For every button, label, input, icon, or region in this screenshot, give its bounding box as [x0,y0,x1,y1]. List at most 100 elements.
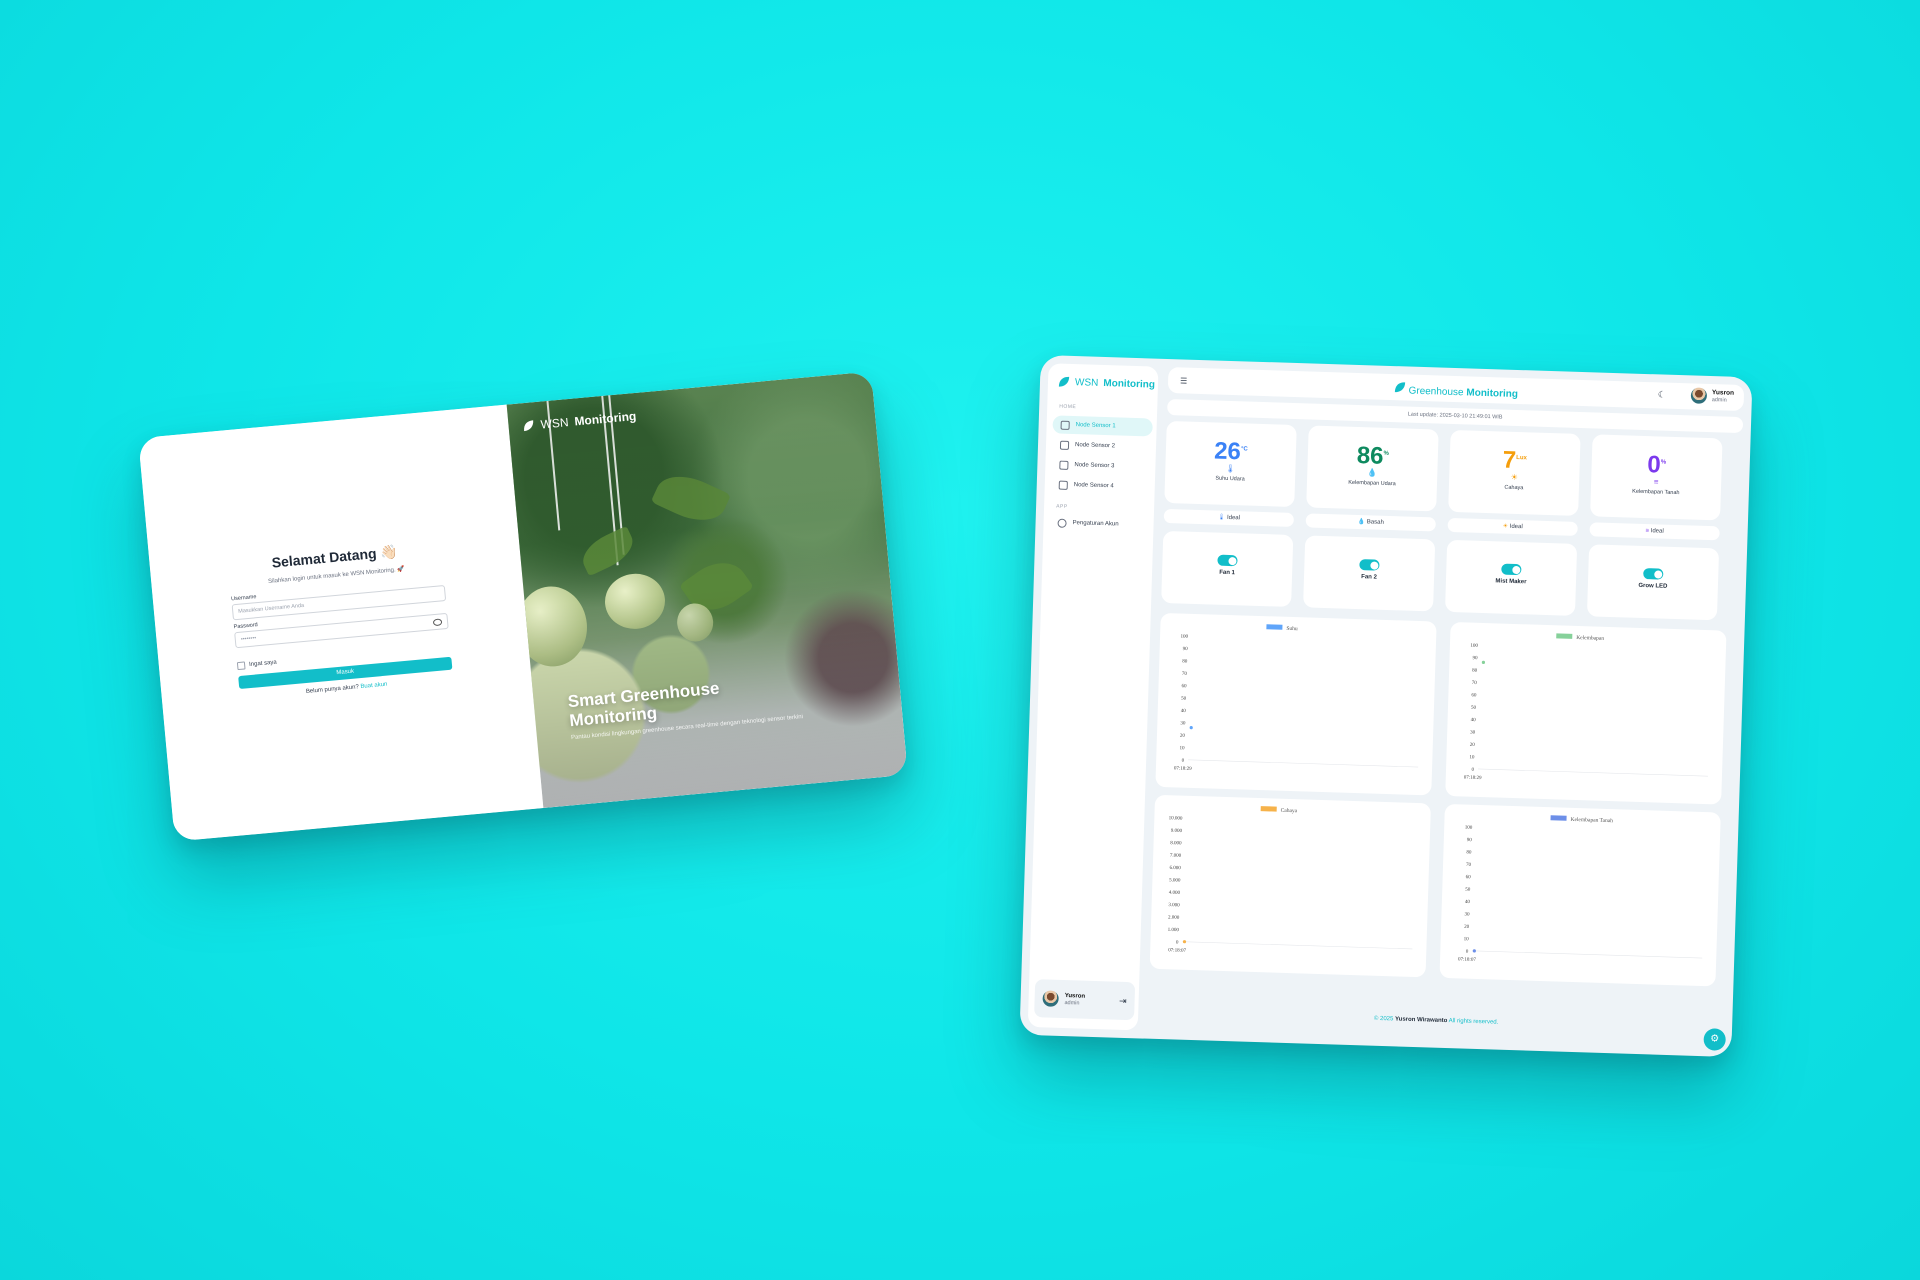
legend-label: Cahaya [1281,808,1298,815]
fan-1-toggle[interactable] [1217,554,1238,567]
status-badge-kelembapan-udara: 💧 Basah [1305,513,1436,532]
topbar-user[interactable]: Yusron admin [1690,387,1735,404]
sidebar: WSN Monitoring HOME Node Sensor 1 Node S… [1027,363,1159,1031]
sidebar-item-node-sensor-4[interactable]: Node Sensor 4 [1051,475,1152,496]
control-card-fan-1: Fan 1 [1161,530,1294,607]
legend-label: Kelembapan Tanah [1570,817,1613,824]
logout-icon[interactable]: ⇥ [1119,995,1127,1006]
page-title-suffix: Monitoring [1466,387,1519,400]
stat-card-suhu: 26°C 🌡 Suhu Udara [1164,420,1297,508]
y-tick-label: 0 [1466,950,1469,955]
y-tick-label: 30 [1180,721,1186,726]
sidebar-item-node-sensor-1[interactable]: Node Sensor 1 [1052,415,1153,437]
x-tick-label: 07:18:29 [1464,775,1482,781]
sensor-icon [1060,420,1070,430]
stat-value: 86% [1307,439,1438,470]
sidebar-item-label: Node Sensor 4 [1073,482,1114,490]
y-tick-label: 60 [1466,875,1472,880]
y-tick-label: 60 [1471,693,1477,698]
stat-card-cahaya: 7Lux ☀ Cahaya [1448,429,1581,516]
y-tick-label: 30 [1470,730,1476,735]
data-point[interactable] [1189,726,1193,730]
control-card-grow-led: Grow LED [1586,544,1720,621]
y-tick-label: 9.000 [1171,829,1183,834]
login-form: Selamat Datang 👋🏻 Silahkan login untuk m… [227,539,453,701]
sidebar-item-node-sensor-3[interactable]: Node Sensor 3 [1051,455,1152,476]
status-text: Ideal [1509,523,1523,531]
sidebar-item-node-sensor-2[interactable]: Node Sensor 2 [1052,435,1153,456]
chart-kelembapan: Kelembapan 100 90 80 70 60 50 40 30 20 10 0 07:18:29 [1445,621,1727,805]
sensor-icon [1059,460,1069,470]
chart-cahaya: Cahaya 10.000 9.000 8.000 7.000 6.000 5.000 4.0… [1149,794,1431,978]
y-tick-label: 7.000 [1170,853,1182,858]
chart-svg: Kelembapan100908070605040302010007:18:29 [1464,633,1708,781]
y-tick-label: 40 [1181,709,1187,714]
y-tick-label: 80 [1182,659,1188,664]
stat-number: 7 [1502,446,1517,474]
data-point[interactable] [1472,949,1476,953]
register-link[interactable]: Buat akun [360,682,387,690]
sidebar-brand-prefix: WSN [1074,376,1099,389]
sidebar-item-account-settings[interactable]: Pengaturan Akun [1049,513,1150,534]
footer: © 2025 Yusron Wirawanto All rights reser… [1148,1009,1724,1033]
gear-icon [1057,518,1067,528]
y-tick-label: 80 [1472,668,1478,673]
legend-label: Suhu [1286,626,1298,632]
y-tick-label: 4.000 [1169,891,1181,896]
remember-checkbox[interactable] [236,661,246,671]
leaf-icon [1394,382,1406,393]
x-tick-label: 07:18:07 [1458,957,1476,963]
y-tick-label: 20 [1470,743,1476,748]
moon-icon[interactable]: ☾ [1658,389,1666,400]
legend-swatch [1550,815,1567,821]
settings-fab-icon[interactable]: ⚙ [1703,1028,1727,1051]
y-tick-label: 90 [1467,838,1473,843]
sidebar-section-app: APP [1056,503,1068,510]
y-tick-label: 5.000 [1169,878,1181,883]
chart-svg: Cahaya 10.000 9.000 8.000 7.000 6.000 5.000 4.0… [1168,806,1413,954]
y-tick-label: 100 [1465,826,1473,831]
dashboard-window: WSN Monitoring HOME Node Sensor 1 Node S… [1019,354,1753,1058]
y-tick-label: 30 [1464,912,1470,917]
y-tick-label: 10 [1464,937,1470,942]
chart-kelembapan-tanah: Kelembapan Tanah 100 90 80 70 60 50 40 30 20 10 0 07… [1439,803,1721,987]
avatar [1690,387,1708,404]
status-badge-suhu: 🌡 Ideal [1163,508,1295,528]
status-text: Basah [1366,519,1384,526]
sensor-icon [1059,440,1070,450]
control-label: Fan 2 [1361,574,1377,581]
sidebar-section-home: HOME [1059,403,1077,411]
y-tick-label: 90 [1472,656,1478,661]
avatar [1042,990,1059,1007]
chart-svg: Suhu100908070605040302010007:18:29 [1174,624,1419,772]
grow-led-toggle[interactable] [1643,568,1664,580]
y-tick-label: 100 [1470,644,1478,649]
fan-2-toggle[interactable] [1359,559,1380,571]
y-tick-label: 3.000 [1168,903,1180,908]
login-window: Selamat Datang 👋🏻 Silahkan login untuk m… [138,371,908,842]
eye-off-icon[interactable] [432,618,443,627]
stat-card-kelembapan-tanah: 0% ≡ Kelembapan Tanah [1590,434,1723,521]
soil-icon: ≡ [1645,528,1650,535]
stat-value: 7Lux [1449,444,1580,475]
mist-maker-toggle[interactable] [1501,563,1522,576]
status-text: Ideal [1650,528,1664,535]
y-tick-label: 40 [1465,900,1471,905]
y-tick-label: 0 [1471,768,1474,773]
footer-author[interactable]: Yusron Wirawanto [1395,1016,1447,1024]
y-tick-label: 10.000 [1169,816,1183,821]
sidebar-brand[interactable]: WSN Monitoring [1058,376,1155,391]
droplet-icon: 💧 [1357,519,1366,526]
y-tick-label: 90 [1183,647,1189,652]
y-tick-label: 60 [1181,684,1187,689]
control-label: Fan 1 [1219,569,1236,577]
sidebar-item-label: Pengaturan Akun [1072,520,1119,528]
y-tick-label: 8.000 [1170,841,1182,846]
legend-label: Kelembapan [1576,635,1604,642]
y-tick-label: 80 [1466,850,1472,855]
password-placeholder: •••••••• [240,635,257,643]
data-point[interactable] [1481,660,1486,664]
stat-value: 26°C [1166,435,1297,466]
data-point[interactable] [1182,940,1187,944]
x-tick-label: 07:18:29 [1174,766,1192,772]
